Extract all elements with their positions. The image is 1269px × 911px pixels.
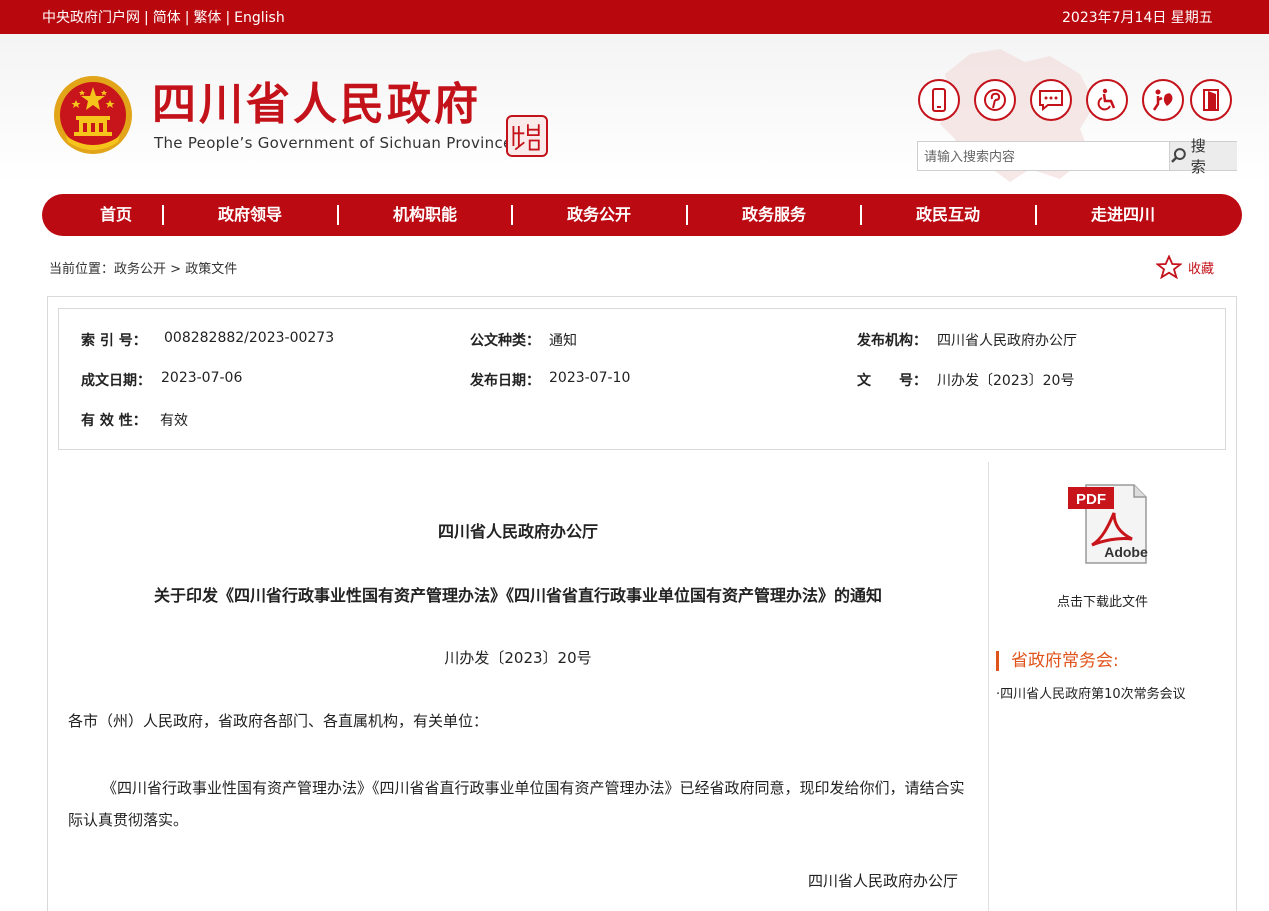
nav-home[interactable]: 首页	[100, 194, 132, 236]
mobile-icon[interactable]	[918, 79, 960, 121]
link-english[interactable]: English	[234, 10, 285, 26]
publisher-value: 四川省人民政府办公厅	[937, 333, 1077, 349]
separator: |	[144, 10, 149, 26]
sidebar-section-title: 省政府常务会:	[996, 651, 1119, 671]
site-subtitle: The People’s Government of Sichuan Provi…	[154, 134, 513, 152]
published-date-label: 发布日期：	[470, 373, 540, 389]
breadcrumb-prefix: 当前位置：	[49, 262, 115, 277]
national-emblem-icon	[54, 76, 132, 154]
created-date-value: 2023-07-06	[161, 370, 243, 386]
sidebar-link[interactable]: ·四川省人民政府第10次常务会议	[996, 683, 1186, 702]
nav-separator	[337, 205, 339, 225]
search-button-label: 搜 索	[1190, 137, 1210, 176]
breadcrumb-policy-docs[interactable]: 政策文件	[185, 262, 237, 277]
validity-label: 有 效 性：	[81, 413, 147, 429]
download-link[interactable]: 点击下载此文件	[1057, 591, 1148, 610]
breadcrumb-gov-affairs[interactable]: 政务公开	[114, 262, 166, 277]
chat-icon[interactable]	[1030, 79, 1072, 121]
type-value: 通知	[549, 333, 577, 349]
pdf-download-icon[interactable]: PDF Adobe	[1068, 483, 1148, 565]
document-metadata: 索 引 号： 008282882/2023-00273 公文种类： 通知 发布机…	[58, 308, 1226, 450]
created-date-label: 成文日期：	[81, 373, 151, 389]
nav-separator	[162, 205, 164, 225]
link-central-gov[interactable]: 中央政府门户网	[42, 10, 140, 26]
document-title: 关于印发《四川省行政事业性国有资产管理办法》《四川省省直行政事业单位国有资产管理…	[153, 586, 882, 605]
pinterest-icon[interactable]	[974, 79, 1016, 121]
doc-number-value: 川办发〔2023〕20号	[937, 373, 1075, 389]
link-simplified[interactable]: 简体	[153, 10, 181, 26]
site-title: 四川省人民政府	[152, 79, 481, 130]
nav-gov-affairs[interactable]: 政务公开	[567, 194, 631, 236]
breadcrumb: 当前位置：政务公开 > 政策文件	[49, 258, 237, 277]
favorite-label: 收藏	[1188, 261, 1215, 277]
nav-separator	[511, 205, 513, 225]
nav-separator	[1035, 205, 1037, 225]
nav-institutions[interactable]: 机构职能	[393, 194, 457, 236]
search-button[interactable]: 搜 索	[1169, 137, 1237, 176]
validity-value: 有效	[160, 413, 188, 429]
nav-separator	[860, 205, 862, 225]
document-body: 《四川省行政事业性国有资产管理办法》《四川省省直行政事业单位国有资产管理办法》已…	[68, 779, 965, 829]
doc-number-label: 文 号：	[857, 373, 927, 389]
nav-about-sichuan[interactable]: 走进四川	[1091, 194, 1155, 236]
seal-logo-icon	[506, 115, 548, 157]
type-label: 公文种类：	[470, 333, 540, 349]
exit-icon[interactable]	[1190, 79, 1232, 121]
search-icon	[1171, 148, 1186, 163]
published-date-value: 2023-07-10	[549, 370, 631, 386]
separator: |	[225, 10, 231, 26]
index-label: 索 引 号：	[81, 333, 147, 349]
document-number: 川办发〔2023〕20号	[444, 649, 592, 667]
main-nav: 首页 政府领导 机构职能 政务公开 政务服务 政民互动 走进四川	[42, 194, 1242, 236]
nav-separator	[686, 205, 688, 225]
adobe-label: Adobe	[1104, 544, 1148, 560]
pdf-label: PDF	[1076, 491, 1106, 508]
nav-leaders[interactable]: 政府领导	[218, 194, 282, 236]
nav-services[interactable]: 政务服务	[742, 194, 806, 236]
index-value: 008282882/2023-00273	[164, 330, 335, 346]
elderly-care-icon[interactable]	[1142, 79, 1184, 121]
top-bar: 中央政府门户网 | 简体 | 繁体 | English 2023年7月14日 星期五	[0, 0, 1269, 34]
site-header: 四川省人民政府 The People’s Government of Sichu…	[0, 34, 1269, 184]
favorite-button[interactable]: 收藏	[1156, 255, 1214, 279]
breadcrumb-separator: >	[170, 262, 182, 277]
document-salutation: 各市（州）人民政府，省政府各部门、各直属机构，有关单位：	[68, 712, 489, 730]
search-input[interactable]	[918, 142, 1168, 170]
document-issuer: 四川省人民政府办公厅	[437, 522, 598, 541]
accessibility-icon[interactable]	[1086, 79, 1128, 121]
top-links: 中央政府门户网 | 简体 | 繁体 | English	[42, 7, 285, 27]
star-icon	[1156, 255, 1182, 279]
publisher-label: 发布机构：	[857, 333, 927, 349]
link-traditional[interactable]: 繁体	[193, 10, 221, 26]
separator: |	[184, 10, 190, 26]
document-signature: 四川省人民政府办公厅	[808, 872, 959, 890]
current-date: 2023年7月14日 星期五	[1062, 10, 1213, 26]
nav-interaction[interactable]: 政民互动	[916, 194, 980, 236]
search-box: 搜 索	[917, 137, 1237, 176]
